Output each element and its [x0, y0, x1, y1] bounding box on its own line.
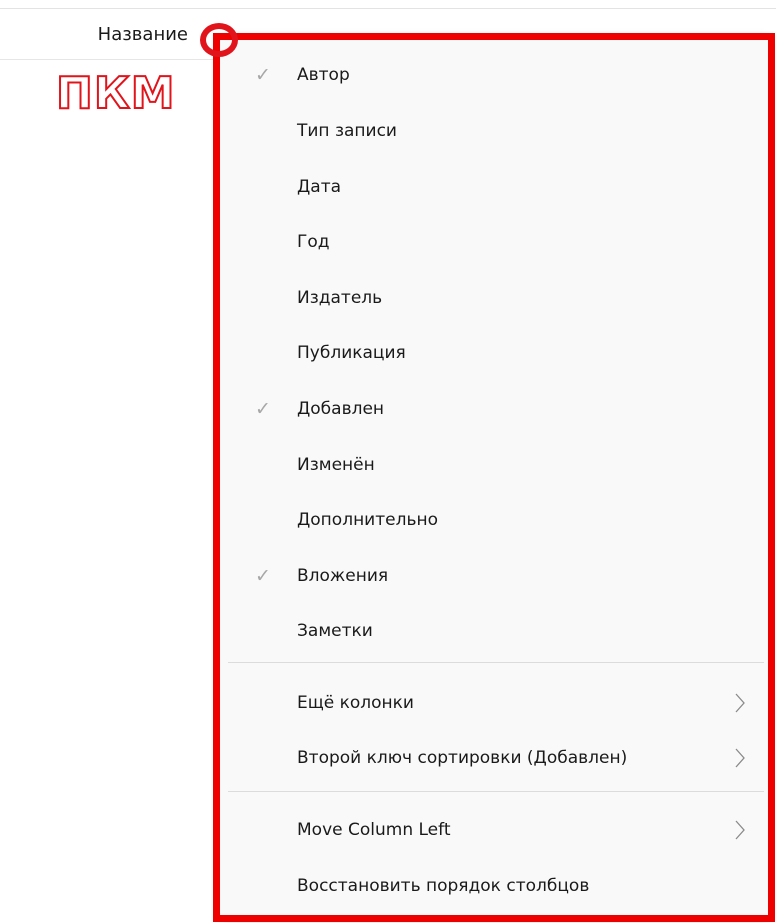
- menu-item-date-added[interactable]: ✓ Добавлен: [220, 389, 771, 429]
- menu-item-move-column-left[interactable]: Move Column Left: [220, 810, 771, 850]
- menu-item-notes[interactable]: Заметки: [220, 611, 771, 651]
- menu-item-label: Тип записи: [297, 121, 397, 141]
- check-icon: ✓: [255, 398, 271, 420]
- menu-item-year[interactable]: Год: [220, 222, 771, 262]
- chevron-right-icon: [735, 820, 745, 840]
- column-context-menu: ✓ Автор Тип записи Дата Год Издатель Пуб…: [220, 35, 771, 921]
- menu-item-attachments[interactable]: ✓ Вложения: [220, 556, 771, 596]
- menu-item-label: Вложения: [297, 566, 389, 586]
- menu-item-label: Автор: [297, 65, 350, 85]
- menu-item-label: Изменён: [297, 455, 375, 475]
- menu-item-restore-column-order[interactable]: Восстановить порядок столбцов: [220, 866, 771, 906]
- menu-item-label: Добавлен: [297, 399, 385, 419]
- menu-separator: [228, 662, 764, 663]
- menu-item-extra[interactable]: Дополнительно: [220, 500, 771, 540]
- menu-item-label: Move Column Left: [297, 820, 451, 840]
- menu-item-label: Дата: [297, 177, 342, 197]
- menu-item-label: Заметки: [297, 621, 373, 641]
- menu-item-date-modified[interactable]: Изменён: [220, 445, 771, 485]
- screenshot-root: Название ПКМ ✓ Автор Тип записи Дата Год…: [0, 0, 776, 923]
- menu-item-publisher[interactable]: Издатель: [220, 278, 771, 318]
- menu-item-record-type[interactable]: Тип записи: [220, 111, 771, 151]
- menu-item-label: Дополнительно: [297, 510, 438, 530]
- menu-item-label: Восстановить порядок столбцов: [297, 876, 590, 896]
- menu-item-author[interactable]: ✓ Автор: [220, 55, 771, 95]
- menu-separator: [228, 791, 764, 792]
- chevron-right-icon: [735, 748, 745, 768]
- menu-item-secondary-sort[interactable]: Второй ключ сортировки (Добавлен): [220, 738, 771, 778]
- menu-item-label: Публикация: [297, 343, 406, 363]
- menu-item-label: Второй ключ сортировки (Добавлен): [297, 748, 628, 768]
- menu-item-label: Год: [297, 232, 330, 252]
- check-icon: ✓: [255, 565, 271, 587]
- menu-item-more-columns[interactable]: Ещё колонки: [220, 683, 771, 723]
- column-header-title[interactable]: Название: [0, 24, 188, 45]
- menu-item-label: Ещё колонки: [297, 693, 414, 713]
- check-icon: ✓: [255, 64, 271, 86]
- header-divider: [0, 59, 214, 60]
- chevron-right-icon: [735, 693, 745, 713]
- annotation-pkm-label: ПКМ: [55, 68, 176, 119]
- menu-item-date[interactable]: Дата: [220, 167, 771, 207]
- menu-item-publication[interactable]: Публикация: [220, 333, 771, 373]
- right-click-marker: [200, 23, 238, 57]
- top-divider: [0, 8, 776, 9]
- menu-item-label: Издатель: [297, 288, 383, 308]
